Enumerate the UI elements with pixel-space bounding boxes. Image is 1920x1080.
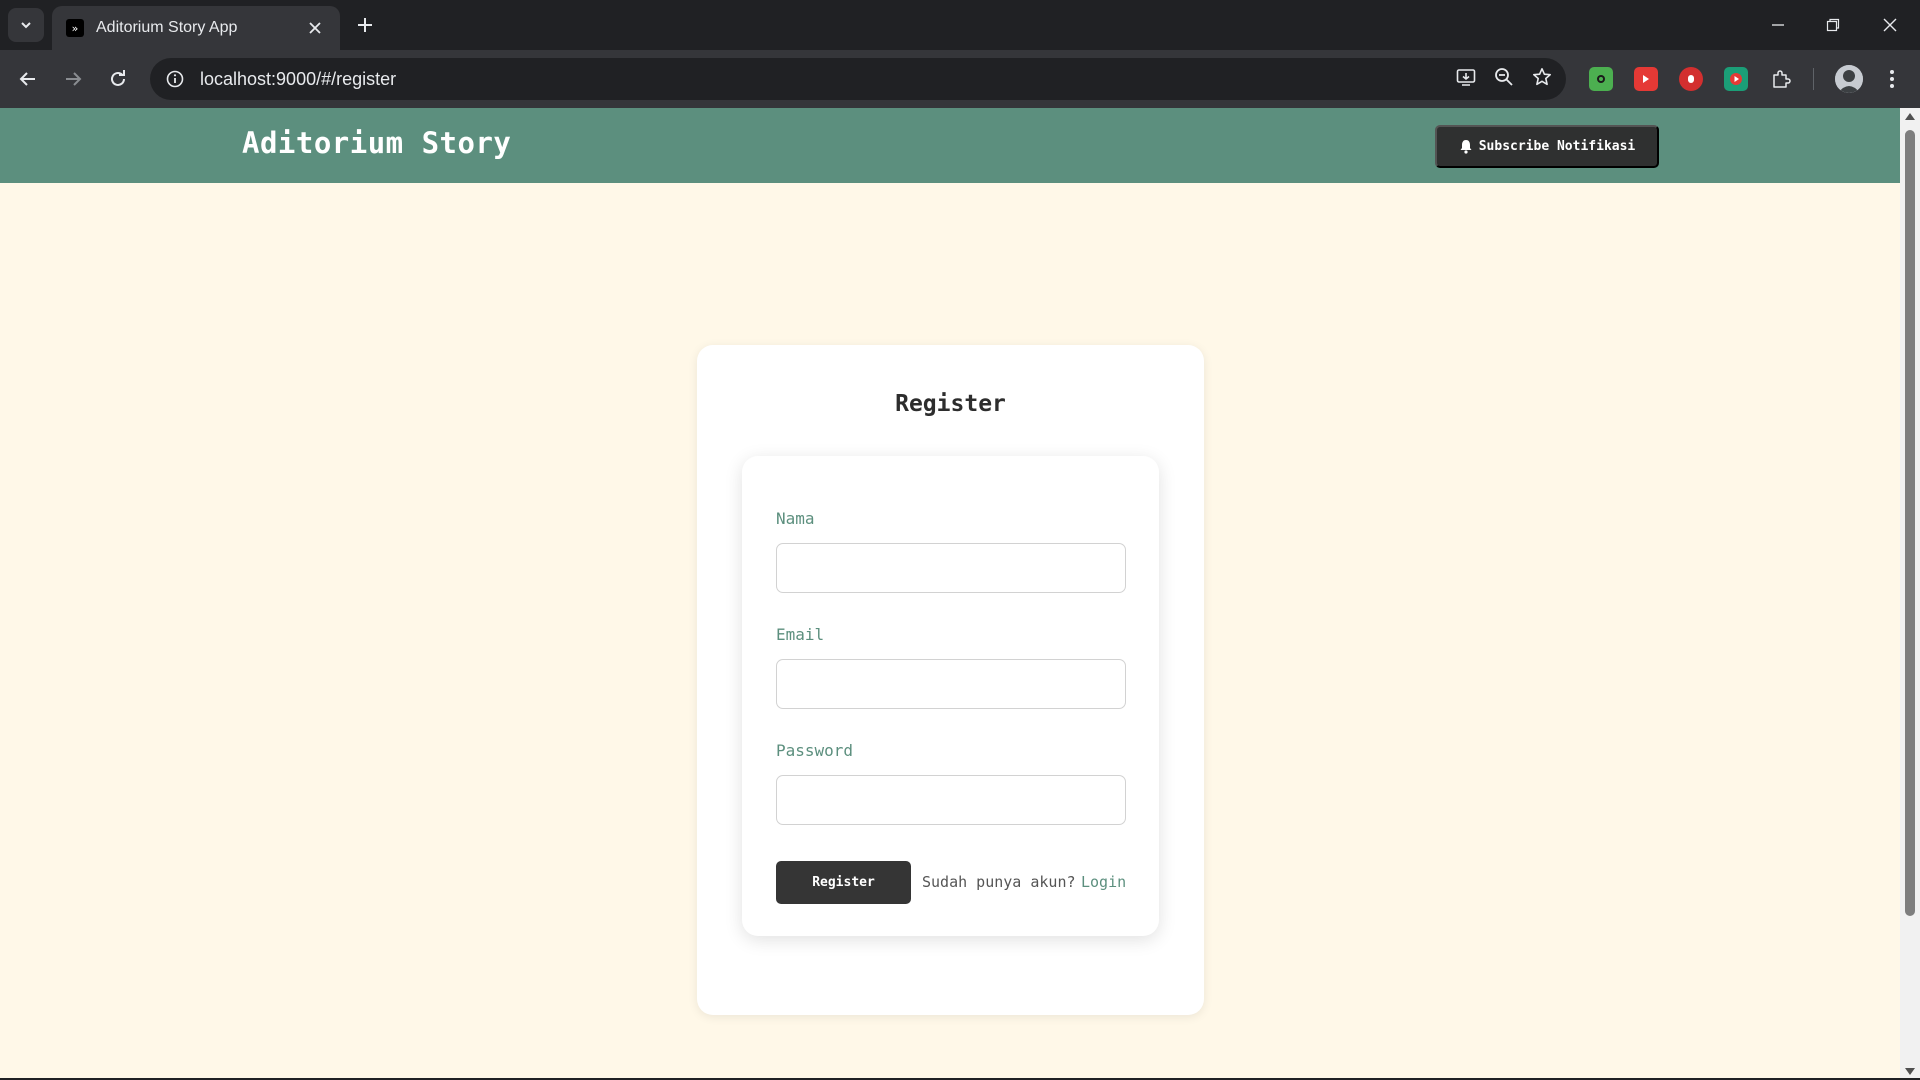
more-vertical-icon: [1890, 70, 1894, 88]
close-tab-button[interactable]: [304, 18, 326, 39]
minimize-button[interactable]: [1755, 8, 1801, 42]
avatar-icon: [1835, 65, 1863, 93]
extension-button[interactable]: [1679, 67, 1703, 91]
info-icon: [166, 70, 184, 88]
name-input[interactable]: [776, 543, 1126, 593]
register-card: Register Nama Email Password Register Su…: [697, 345, 1204, 1015]
page-title: Register: [895, 391, 1006, 417]
play-icon: [1730, 73, 1742, 85]
login-link[interactable]: Login: [1081, 873, 1126, 891]
new-tab-button[interactable]: [350, 10, 380, 40]
extension-icon: [1597, 75, 1605, 83]
scroll-up-arrow-icon[interactable]: [1905, 113, 1915, 120]
hand-icon: [1688, 75, 1694, 83]
restore-button[interactable]: [1810, 8, 1856, 42]
app-header: Aditorium Story Subscribe Notifikasi: [0, 108, 1900, 183]
install-app-button[interactable]: [1456, 67, 1476, 92]
extension-icon: [1643, 75, 1649, 83]
brand-title[interactable]: Aditorium Story: [242, 126, 511, 160]
arrow-left-icon: [19, 72, 35, 86]
arrow-right-icon: [66, 72, 82, 86]
star-icon: [1533, 67, 1551, 85]
restore-icon: [1826, 18, 1840, 32]
extensions-menu-button[interactable]: [1769, 67, 1793, 91]
extension-button[interactable]: [1589, 67, 1613, 91]
chevron-down-icon: [21, 22, 31, 29]
password-label: Password: [776, 741, 854, 760]
page-scrollbar[interactable]: [1900, 108, 1920, 1078]
tab-list-button[interactable]: [8, 8, 44, 42]
tab-title: Aditorium Story App: [96, 19, 238, 36]
browser-toolbar: localhost:9000/#/register: [0, 50, 1920, 108]
scroll-down-arrow-icon[interactable]: [1905, 1068, 1915, 1075]
close-window-button[interactable]: [1867, 8, 1913, 42]
have-account-text: Sudah punya akun?: [922, 873, 1076, 891]
browser-tab-bar: » Aditorium Story App: [0, 0, 1920, 50]
subscribe-label: Subscribe Notifikasi: [1478, 139, 1636, 154]
extension-button[interactable]: [1634, 67, 1658, 91]
bell-icon: [1460, 140, 1472, 154]
email-label: Email: [776, 625, 825, 644]
install-app-icon: [1456, 68, 1476, 86]
page-viewport: Aditorium Story Subscribe Notifikasi Reg…: [0, 108, 1900, 1078]
scroll-thumb[interactable]: [1905, 130, 1915, 916]
reload-button[interactable]: [100, 62, 136, 96]
browser-menu-button[interactable]: [1880, 63, 1904, 95]
close-icon: [1883, 18, 1897, 32]
name-label: Nama: [776, 509, 815, 528]
site-info-button[interactable]: [164, 68, 186, 90]
close-icon: [309, 21, 321, 34]
email-input[interactable]: [776, 659, 1126, 709]
zoom-button[interactable]: [1494, 67, 1514, 92]
toolbar-divider: [1813, 68, 1814, 90]
minimize-icon: [1772, 24, 1784, 26]
address-bar[interactable]: localhost:9000/#/register: [150, 58, 1566, 100]
url-text: localhost:9000/#/register: [200, 68, 397, 89]
zoom-out-icon: [1495, 67, 1513, 86]
browser-tab[interactable]: » Aditorium Story App: [52, 6, 340, 50]
profile-avatar[interactable]: [1835, 65, 1863, 93]
bookmark-button[interactable]: [1532, 67, 1552, 92]
register-button[interactable]: Register: [776, 861, 911, 904]
subscribe-notification-button[interactable]: Subscribe Notifikasi: [1435, 125, 1659, 168]
password-input[interactable]: [776, 775, 1126, 825]
forward-button[interactable]: [55, 62, 91, 96]
register-form: Nama Email Password Register Sudah punya…: [742, 456, 1159, 936]
back-button[interactable]: [10, 62, 46, 96]
reload-icon: [111, 70, 125, 86]
plus-icon: [358, 18, 372, 32]
extension-button[interactable]: [1724, 67, 1748, 91]
puzzle-icon: [1773, 70, 1791, 88]
favicon-icon: »: [66, 19, 84, 37]
